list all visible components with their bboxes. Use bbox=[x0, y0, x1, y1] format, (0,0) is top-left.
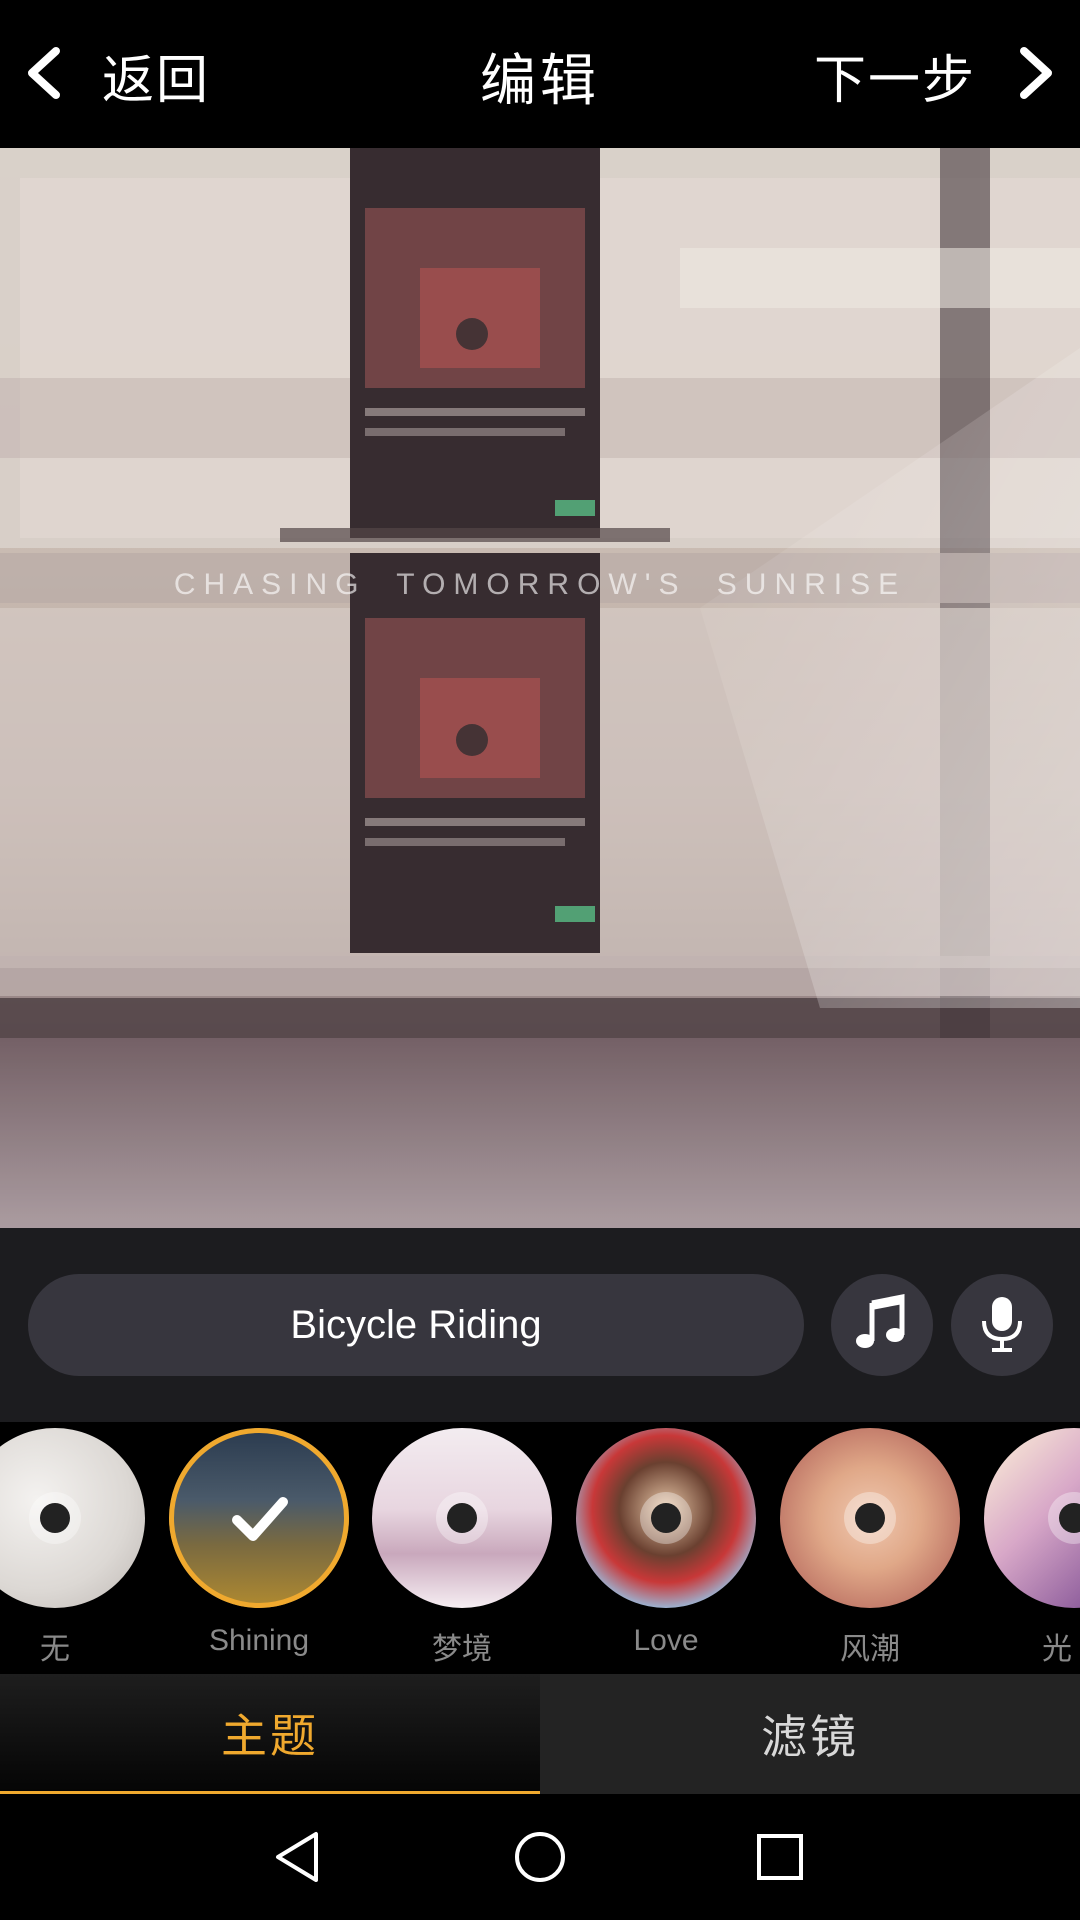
disc-hole-icon bbox=[844, 1492, 896, 1544]
selected-ring bbox=[169, 1428, 349, 1608]
theme-item-trend[interactable]: 风潮 bbox=[780, 1428, 960, 1668]
theme-thumbnail bbox=[372, 1428, 552, 1608]
microphone-icon bbox=[972, 1293, 1032, 1357]
theme-label: Shining bbox=[208, 1624, 310, 1657]
voice-record-button[interactable] bbox=[951, 1274, 1053, 1376]
triangle-back-icon bbox=[276, 1832, 318, 1882]
theme-label: 无 bbox=[40, 1633, 70, 1666]
tab-theme[interactable]: 主题 bbox=[0, 1674, 540, 1794]
music-track-selector[interactable]: Bicycle Riding bbox=[28, 1274, 804, 1376]
theme-item-light[interactable]: 光 bbox=[984, 1428, 1080, 1668]
tab-filter[interactable]: 滤镜 bbox=[540, 1674, 1080, 1794]
theme-thumbnail bbox=[0, 1428, 145, 1608]
nav-recents-button[interactable] bbox=[747, 1824, 813, 1890]
preview-image bbox=[0, 148, 1080, 1228]
theme-label: Love bbox=[633, 1624, 699, 1657]
circle-home-icon bbox=[515, 1832, 565, 1882]
video-preview[interactable]: CHASING TOMORROW'S SUNRISE bbox=[0, 148, 1080, 1228]
audio-controls: Bicycle Riding bbox=[0, 1228, 1080, 1422]
theme-item-dream[interactable]: 梦境 bbox=[372, 1428, 552, 1668]
music-track-name: Bicycle Riding bbox=[290, 1302, 542, 1347]
nav-back-button[interactable] bbox=[266, 1824, 332, 1890]
chevron-right-icon bbox=[1010, 43, 1060, 107]
theme-list[interactable]: 无 Shining 梦境 Love 风潮 光 bbox=[0, 1422, 1080, 1674]
theme-label: 梦境 bbox=[432, 1633, 492, 1666]
music-button[interactable] bbox=[831, 1274, 933, 1376]
theme-label: 光 bbox=[1042, 1633, 1072, 1666]
music-note-icon bbox=[852, 1293, 912, 1357]
overlay-caption: CHASING TOMORROW'S SUNRISE bbox=[173, 568, 907, 601]
theme-item-love[interactable]: Love bbox=[576, 1428, 756, 1658]
theme-thumbnail bbox=[576, 1428, 756, 1608]
theme-item-shining[interactable]: Shining bbox=[169, 1428, 349, 1658]
disc-hole-icon bbox=[640, 1492, 692, 1544]
next-step-label: 下一步 bbox=[813, 50, 976, 111]
bottom-tabs: 主题 滤镜 bbox=[0, 1674, 1080, 1794]
top-bar: 返回 编辑 下一步 bbox=[0, 0, 1080, 148]
system-nav-bar bbox=[0, 1794, 1080, 1920]
next-step-button[interactable]: 下一步 bbox=[814, 30, 1060, 120]
nav-home-button[interactable] bbox=[507, 1824, 573, 1890]
theme-thumbnail bbox=[984, 1428, 1080, 1608]
theme-thumbnail bbox=[780, 1428, 960, 1608]
disc-hole-icon bbox=[1048, 1492, 1080, 1544]
disc-hole-icon bbox=[29, 1492, 81, 1544]
disc-hole-icon bbox=[436, 1492, 488, 1544]
theme-item-none[interactable]: 无 bbox=[0, 1428, 145, 1668]
square-recents-icon bbox=[757, 1834, 803, 1880]
theme-label: 风潮 bbox=[840, 1633, 900, 1666]
